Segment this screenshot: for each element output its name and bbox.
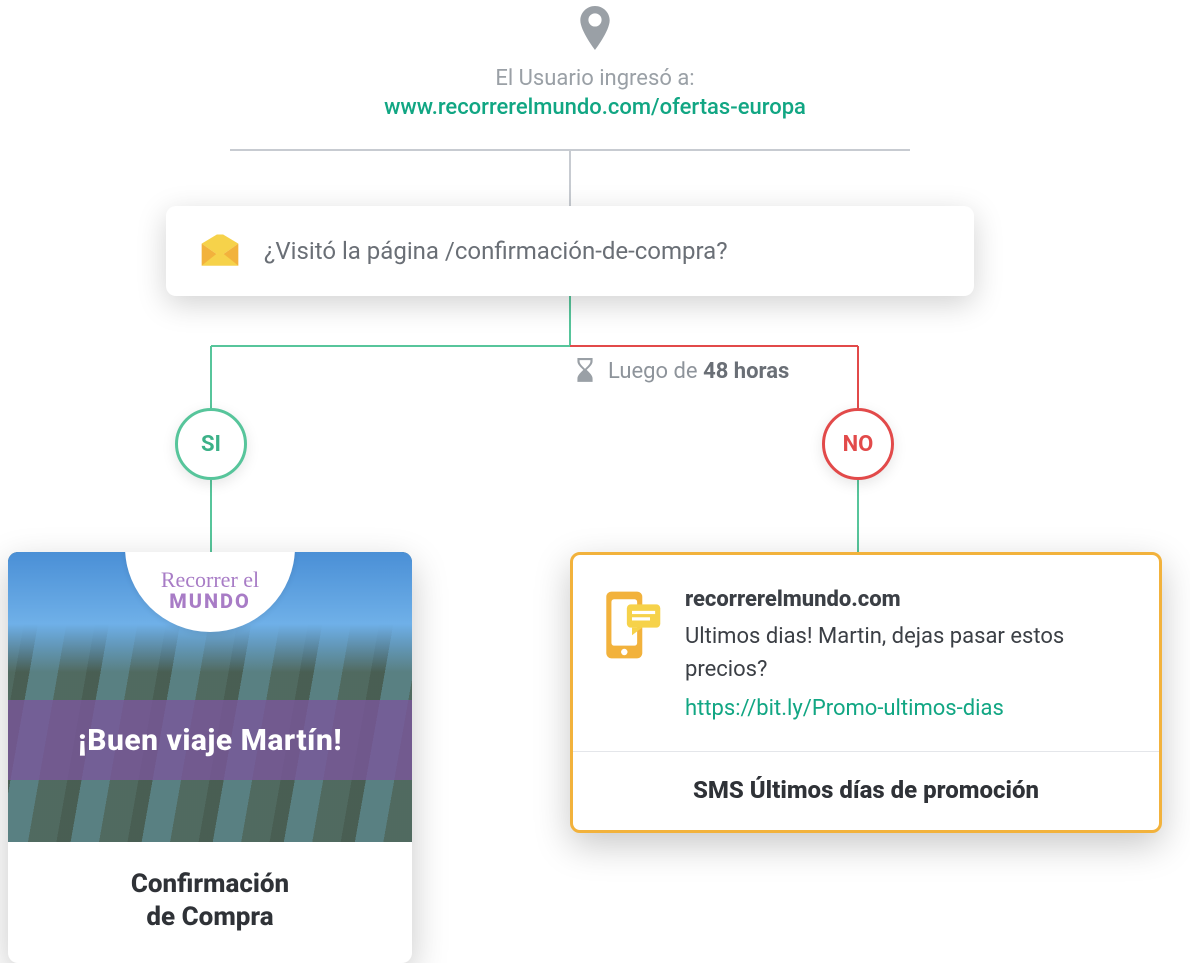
envelope-icon [198, 229, 242, 273]
sms-body: recorrerelmundo.com Ultimos dias! Martin… [573, 555, 1159, 751]
email-ribbon: ¡Buen viaje Martín! [8, 700, 412, 780]
sms-message: Ultimos dias! Martin, dejas pasar estos … [685, 624, 1064, 682]
location-pin-icon [577, 6, 613, 50]
yes-label: SI [201, 432, 221, 457]
email-ribbon-text: ¡Buen viaje Martín! [78, 723, 342, 758]
sms-link: https://bit.ly/Promo-ultimos-dias [685, 692, 1129, 725]
email-hero: Recorrer el MUNDO ¡Buen viaje Martín! [8, 552, 412, 842]
trigger-label: El Usuario ingresó a: [245, 66, 945, 91]
hourglass-icon [574, 358, 596, 384]
trigger-url: www.recorrerelmundo.com/ofertas-europa [245, 95, 945, 120]
yes-badge: SI [175, 408, 247, 480]
condition-question: ¿Visitó la página /confirmación-de-compr… [264, 237, 728, 265]
no-badge: NO [822, 408, 894, 480]
email-caption: Confirmación de Compra [8, 842, 412, 963]
delay-highlight: 48 horas [703, 359, 789, 384]
no-label: NO [843, 432, 874, 457]
delay-label: Luego de 48 horas [574, 358, 789, 384]
sms-caption: SMS Últimos días de promoción [573, 752, 1159, 830]
email-caption-line2: de Compra [146, 902, 273, 932]
email-caption-line1: Confirmación [131, 869, 289, 899]
sms-text: recorrerelmundo.com Ultimos dias! Martin… [685, 583, 1129, 725]
sms-sender: recorrerelmundo.com [685, 583, 1129, 616]
automation-diagram: El Usuario ingresó a: www.recorrerelmund… [0, 0, 1190, 956]
email-card: Recorrer el MUNDO ¡Buen viaje Martín! Co… [8, 552, 412, 963]
brand-logo-line1: Recorrer el [161, 571, 259, 589]
delay-prefix: Luego de [608, 359, 698, 384]
phone-sms-icon [601, 589, 663, 661]
trigger-block: El Usuario ingresó a: www.recorrerelmund… [245, 66, 945, 120]
brand-logo-line2: MUNDO [169, 589, 251, 613]
condition-card: ¿Visitó la página /confirmación-de-compr… [166, 206, 974, 296]
sms-card: recorrerelmundo.com Ultimos dias! Martin… [570, 552, 1162, 833]
